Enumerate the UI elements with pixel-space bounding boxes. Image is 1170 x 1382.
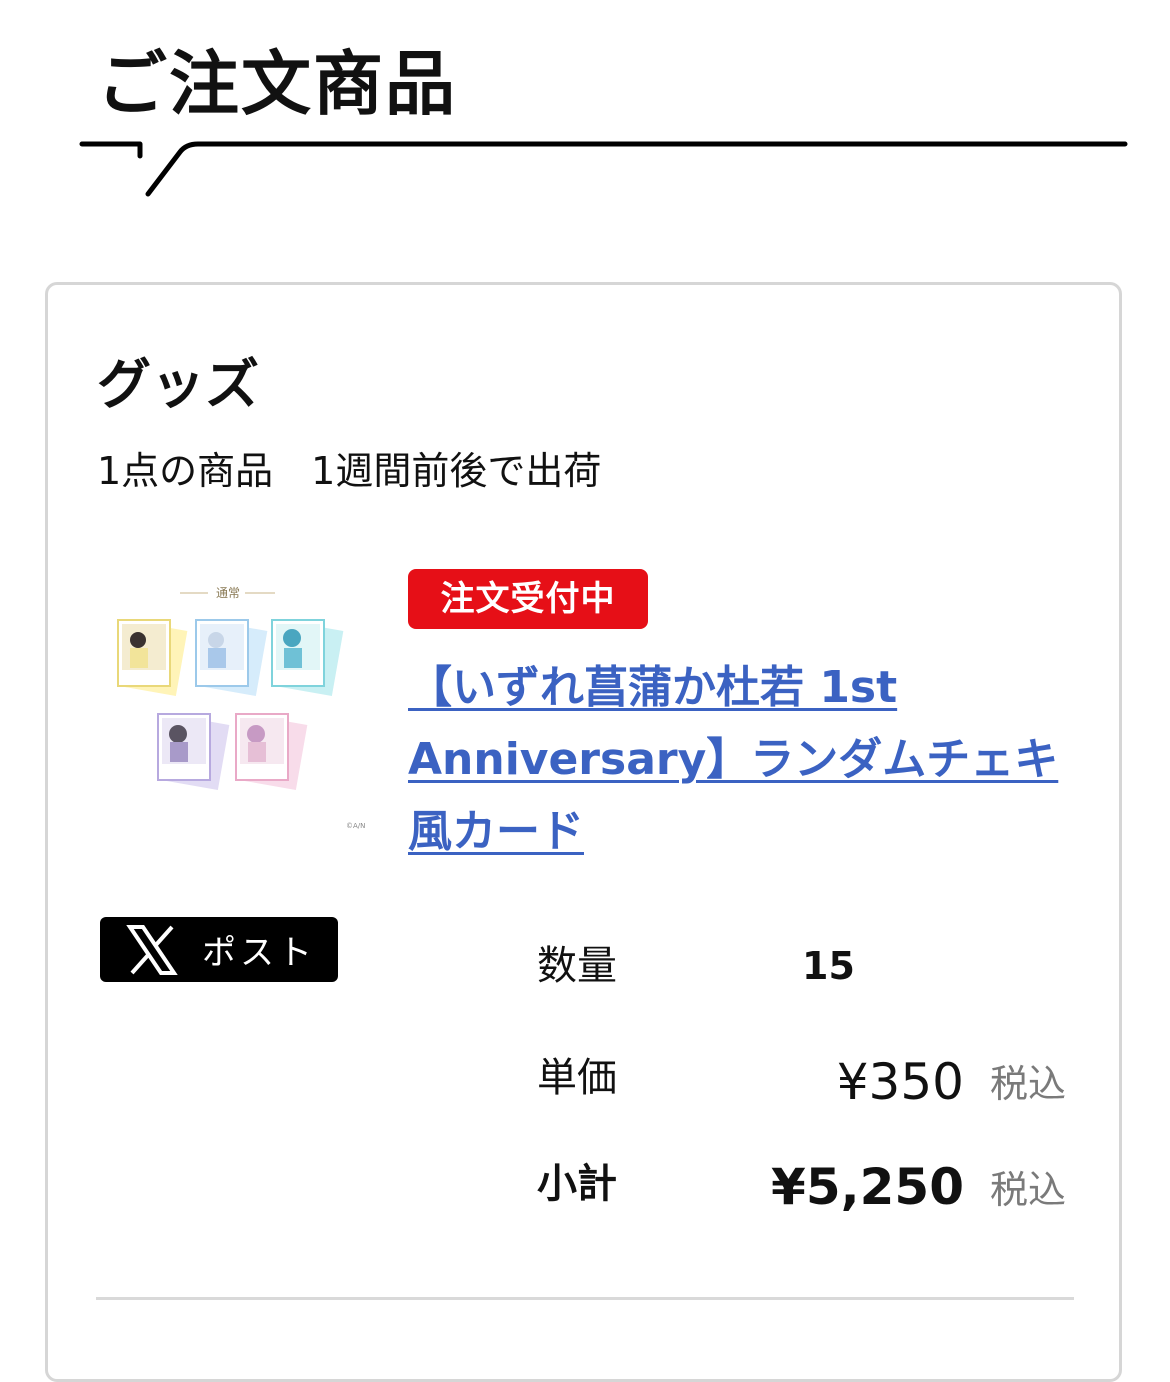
unit-price-label: 単価	[537, 1055, 617, 1101]
card-pink	[235, 713, 308, 791]
category-title: グッズ	[97, 353, 259, 416]
quantity-value: 15	[802, 944, 855, 988]
x-logo-icon	[126, 924, 178, 975]
product-name-link[interactable]: 【いずれ菖蒲か杜若 1st Anniversary】ランダムチェキ風カード	[408, 652, 1088, 868]
divider	[96, 1297, 1074, 1300]
unit-price-tax-label: 税込	[990, 1062, 1067, 1106]
x-post-button[interactable]: ポスト	[100, 917, 338, 982]
item-summary: 1点の商品 1週間前後で出荷	[97, 449, 602, 493]
quantity-label: 数量	[537, 943, 617, 989]
unit-price-value: ¥350	[836, 1053, 964, 1111]
card-purple	[157, 713, 230, 791]
subtotal-label: 小計	[537, 1161, 617, 1207]
card-yellow	[117, 619, 188, 697]
post-button-label: ポスト	[202, 933, 316, 973]
card-cyan	[271, 619, 344, 697]
thumbnail-copyright: ©A/N	[346, 822, 365, 830]
subtotal-value: ¥5,250	[771, 1158, 964, 1216]
section-title-underline	[79, 141, 1128, 197]
card-lightblue	[195, 619, 268, 697]
order-status-badge: 注文受付中	[408, 569, 648, 629]
product-thumbnail[interactable]: 通常 ©A/N	[100, 570, 370, 840]
subtotal-tax-label: 税込	[990, 1168, 1067, 1212]
thumbnail-caption: 通常	[216, 586, 240, 600]
